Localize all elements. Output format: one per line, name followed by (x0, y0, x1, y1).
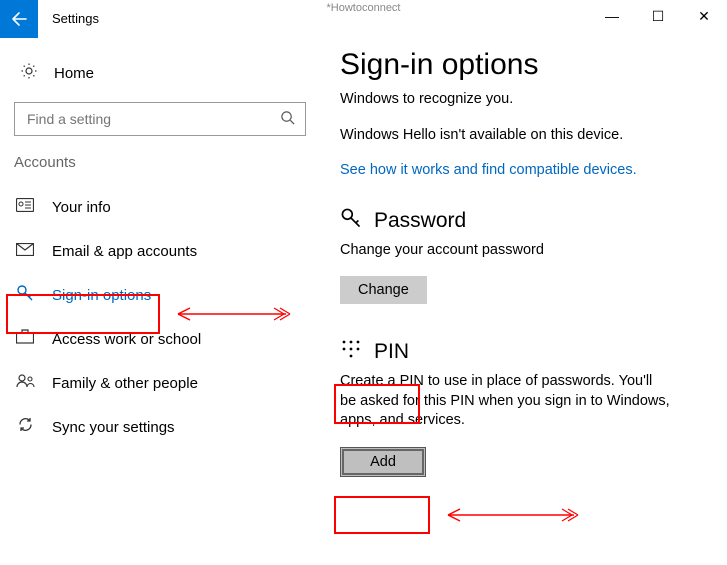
window-title: Settings (38, 0, 589, 38)
minimize-button[interactable]: — (589, 8, 635, 24)
add-pin-button[interactable]: Add (340, 447, 426, 477)
pin-pad-icon (340, 338, 366, 366)
sidebar-item-sign-in-options[interactable]: Sign-in options (14, 273, 306, 317)
home-row[interactable]: Home (14, 52, 306, 94)
sidebar-item-email-accounts[interactable]: Email & app accounts (14, 229, 306, 273)
sync-icon (14, 416, 36, 438)
hello-line1: Windows to recognize you. (340, 90, 707, 110)
pin-title: PIN (366, 340, 409, 364)
close-button[interactable]: ✕ (681, 8, 727, 25)
hello-learn-link[interactable]: See how it works and find compatible dev… (340, 162, 637, 178)
person-card-icon (14, 197, 36, 217)
people-icon (14, 373, 36, 393)
page-title: Sign-in options (340, 48, 707, 82)
pin-desc: Create a PIN to use in place of password… (340, 372, 670, 431)
sidebar-item-label: Email & app accounts (36, 243, 197, 260)
window-controls: — ☐ ✕ (589, 0, 727, 32)
sidebar-item-label: Sign-in options (36, 287, 151, 304)
back-arrow-icon (11, 11, 27, 27)
annotation-box-add-btn (334, 496, 430, 534)
sidebar-item-work-school[interactable]: Access work or school (14, 317, 306, 361)
sidebar-group-accounts: Accounts (14, 154, 306, 171)
envelope-icon (14, 241, 36, 261)
sidebar-item-label: Sync your settings (36, 419, 175, 436)
sidebar-item-label: Your info (36, 199, 111, 216)
password-desc: Change your account password (340, 241, 707, 261)
sidebar-item-label: Access work or school (36, 331, 201, 348)
annotation-arrow-add (436, 505, 586, 525)
watermark-text: *Howtoconnect (327, 2, 401, 14)
maximize-button[interactable]: ☐ (635, 8, 681, 25)
sidebar: Home Accounts Your info Email & app acco… (0, 38, 320, 565)
search-icon (280, 110, 295, 129)
content-area: Home Accounts Your info Email & app acco… (0, 38, 727, 565)
search-input[interactable] (25, 110, 280, 128)
change-password-button[interactable]: Change (340, 276, 427, 304)
sidebar-item-family[interactable]: Family & other people (14, 361, 306, 405)
gear-icon (18, 62, 40, 85)
password-title: Password (366, 209, 466, 233)
password-section-header: Password (340, 207, 707, 235)
briefcase-icon (14, 329, 36, 349)
home-label: Home (40, 65, 94, 82)
pin-section-header: PIN (340, 338, 707, 366)
key-icon (14, 284, 36, 307)
search-box[interactable] (14, 102, 306, 136)
sidebar-item-label: Family & other people (36, 375, 198, 392)
sidebar-item-your-info[interactable]: Your info (14, 185, 306, 229)
main-panel: Sign-in options Windows to recognize you… (320, 38, 727, 565)
hello-line2: Windows Hello isn't available on this de… (340, 126, 707, 146)
back-button[interactable] (0, 0, 38, 38)
key-icon (340, 207, 366, 235)
sidebar-item-sync[interactable]: Sync your settings (14, 405, 306, 449)
